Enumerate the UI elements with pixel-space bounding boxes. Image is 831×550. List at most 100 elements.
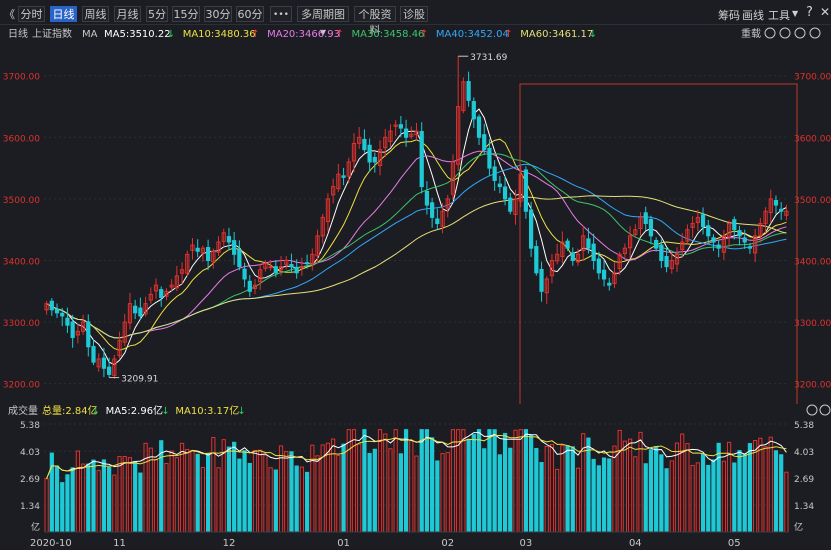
volume-bar	[200, 467, 206, 533]
diagnose-button[interactable]: 诊股	[400, 6, 428, 22]
x-tick-label: 2020-10	[30, 538, 72, 549]
volume-bar	[185, 449, 190, 533]
volume-bar	[711, 459, 716, 533]
volume-info-bar: 成交量 总量:2.84亿↓ MA5:2.96亿↓ MA10:3.17亿↓	[8, 404, 831, 417]
candle-body	[435, 218, 440, 225]
volume-bar	[273, 469, 278, 533]
volume-bar	[633, 456, 638, 533]
volume-legend-item: MA10:3.17亿	[175, 404, 239, 417]
volume-bar	[758, 437, 763, 533]
zoom-in-icon[interactable]	[809, 27, 821, 39]
stock-info-button[interactable]: 个股资料	[354, 6, 396, 37]
ma-line-10	[46, 138, 787, 351]
ma-legend: MA5:3510.22↓ MA10:3480.36↑ MA20:3466.93↑ MA…	[104, 29, 597, 40]
volume-bar	[685, 443, 690, 533]
volume-bar	[247, 462, 252, 533]
volume-bar	[549, 444, 555, 533]
volume-bar	[669, 460, 674, 533]
candle-body	[430, 202, 435, 218]
volume-bar	[242, 450, 247, 533]
volume-tick-label-left: 4.03	[20, 448, 40, 458]
candle-body	[482, 134, 487, 151]
minimize-icon[interactable]	[764, 27, 776, 39]
price-axis-right: 3200.00 3300.00 3400.00 3500.00 3600.00 3700.…	[794, 73, 831, 391]
price-tick-label-left: 3600.00	[3, 134, 40, 144]
volume-bar	[497, 454, 502, 533]
volume-bar	[648, 449, 654, 533]
volume-close-icon[interactable]	[806, 404, 818, 416]
volume-bar	[638, 431, 643, 533]
settings-icon[interactable]	[779, 27, 791, 39]
volume-bar	[284, 451, 289, 533]
candle-body	[304, 262, 310, 265]
candle-body	[706, 225, 711, 237]
volume-bar	[278, 445, 284, 533]
chips-button[interactable]: 筹码	[718, 7, 740, 23]
tab-daily[interactable]: 日线	[50, 6, 77, 22]
volume-bar	[508, 447, 513, 533]
tab-15min[interactable]: 15分	[172, 6, 200, 22]
tab-fenshi[interactable]: 分时	[18, 6, 45, 22]
volume-bar	[591, 458, 596, 533]
candle-body	[664, 256, 669, 268]
help-icon[interactable]: ?	[806, 5, 813, 20]
tools-button[interactable]: 工具	[768, 7, 790, 23]
annotation-label: 3209.91	[121, 375, 158, 385]
price-grid	[44, 75, 789, 385]
price-chart[interactable]: 日线 上证指数 MA MA5:3510.22↓ MA10:3480.36↑ MA20…	[0, 24, 831, 404]
candle-body	[497, 183, 502, 188]
x-tick-label: 02	[441, 538, 454, 549]
draw-line-button[interactable]: 画线	[742, 7, 764, 23]
volume-bar	[195, 453, 200, 533]
volume-axis-right: 1.34 2.69 4.03 5.38 亿	[794, 421, 814, 533]
volume-bar	[534, 447, 539, 533]
candle-body	[294, 266, 299, 274]
candle-body	[591, 243, 596, 261]
x-tick-label: 12	[223, 538, 236, 549]
price-tick-label-left: 3700.00	[3, 73, 40, 83]
ma-lines	[46, 108, 787, 366]
volume-bar	[476, 429, 482, 533]
more-icon[interactable]: •••	[270, 6, 292, 22]
volume-bar	[398, 453, 403, 533]
tools-chevron-icon[interactable]: ▼	[792, 9, 798, 18]
candle-body	[539, 268, 544, 292]
tab-30min[interactable]: 30分	[204, 6, 232, 22]
price-tick-label-right: 3500.00	[794, 196, 831, 206]
tab-weekly[interactable]: 周线	[82, 6, 109, 22]
ma-trend-arrow: ↑	[420, 29, 428, 40]
volume-bar	[383, 433, 388, 533]
volume-bar	[726, 441, 732, 533]
zoom-out-icon[interactable]	[794, 27, 806, 39]
candle-body	[601, 269, 607, 280]
candle-body	[65, 317, 70, 326]
reload-label[interactable]: 重载	[741, 27, 761, 40]
volume-bar	[80, 463, 86, 533]
ma-legend-item: MA30:3458.46	[352, 29, 425, 40]
volume-bar	[362, 429, 367, 533]
volume-bar	[65, 474, 70, 533]
close-icon[interactable]: ✕	[820, 5, 830, 19]
tab-5min[interactable]: 5分	[146, 6, 168, 22]
multi-period-dropdown[interactable]: 多周期图 ▼	[297, 6, 349, 37]
volume-bar	[471, 434, 476, 533]
volume-bar	[607, 458, 612, 533]
volume-bar	[700, 454, 706, 533]
volume-bar	[325, 442, 331, 533]
volume-bar	[622, 440, 628, 533]
candle-body	[502, 186, 508, 200]
volume-bar	[716, 442, 721, 533]
volume-chart[interactable]: 成交量 总量:2.84亿↓ MA5:2.96亿↓ MA10:3.17亿↓ 1.342…	[0, 404, 831, 550]
back-icon[interactable]: 《	[4, 6, 15, 22]
volume-bar	[336, 454, 341, 533]
tab-60min[interactable]: 60分	[236, 6, 264, 22]
candle-body	[195, 247, 200, 252]
volume-bar	[164, 463, 169, 533]
volume-settings-icon[interactable]	[819, 404, 831, 416]
volume-bar	[226, 446, 232, 533]
volume-bar	[75, 450, 80, 533]
candle-body	[242, 268, 247, 280]
tab-monthly[interactable]: 月线	[114, 6, 141, 22]
volume-bar	[502, 432, 508, 533]
volume-bar	[732, 462, 737, 533]
